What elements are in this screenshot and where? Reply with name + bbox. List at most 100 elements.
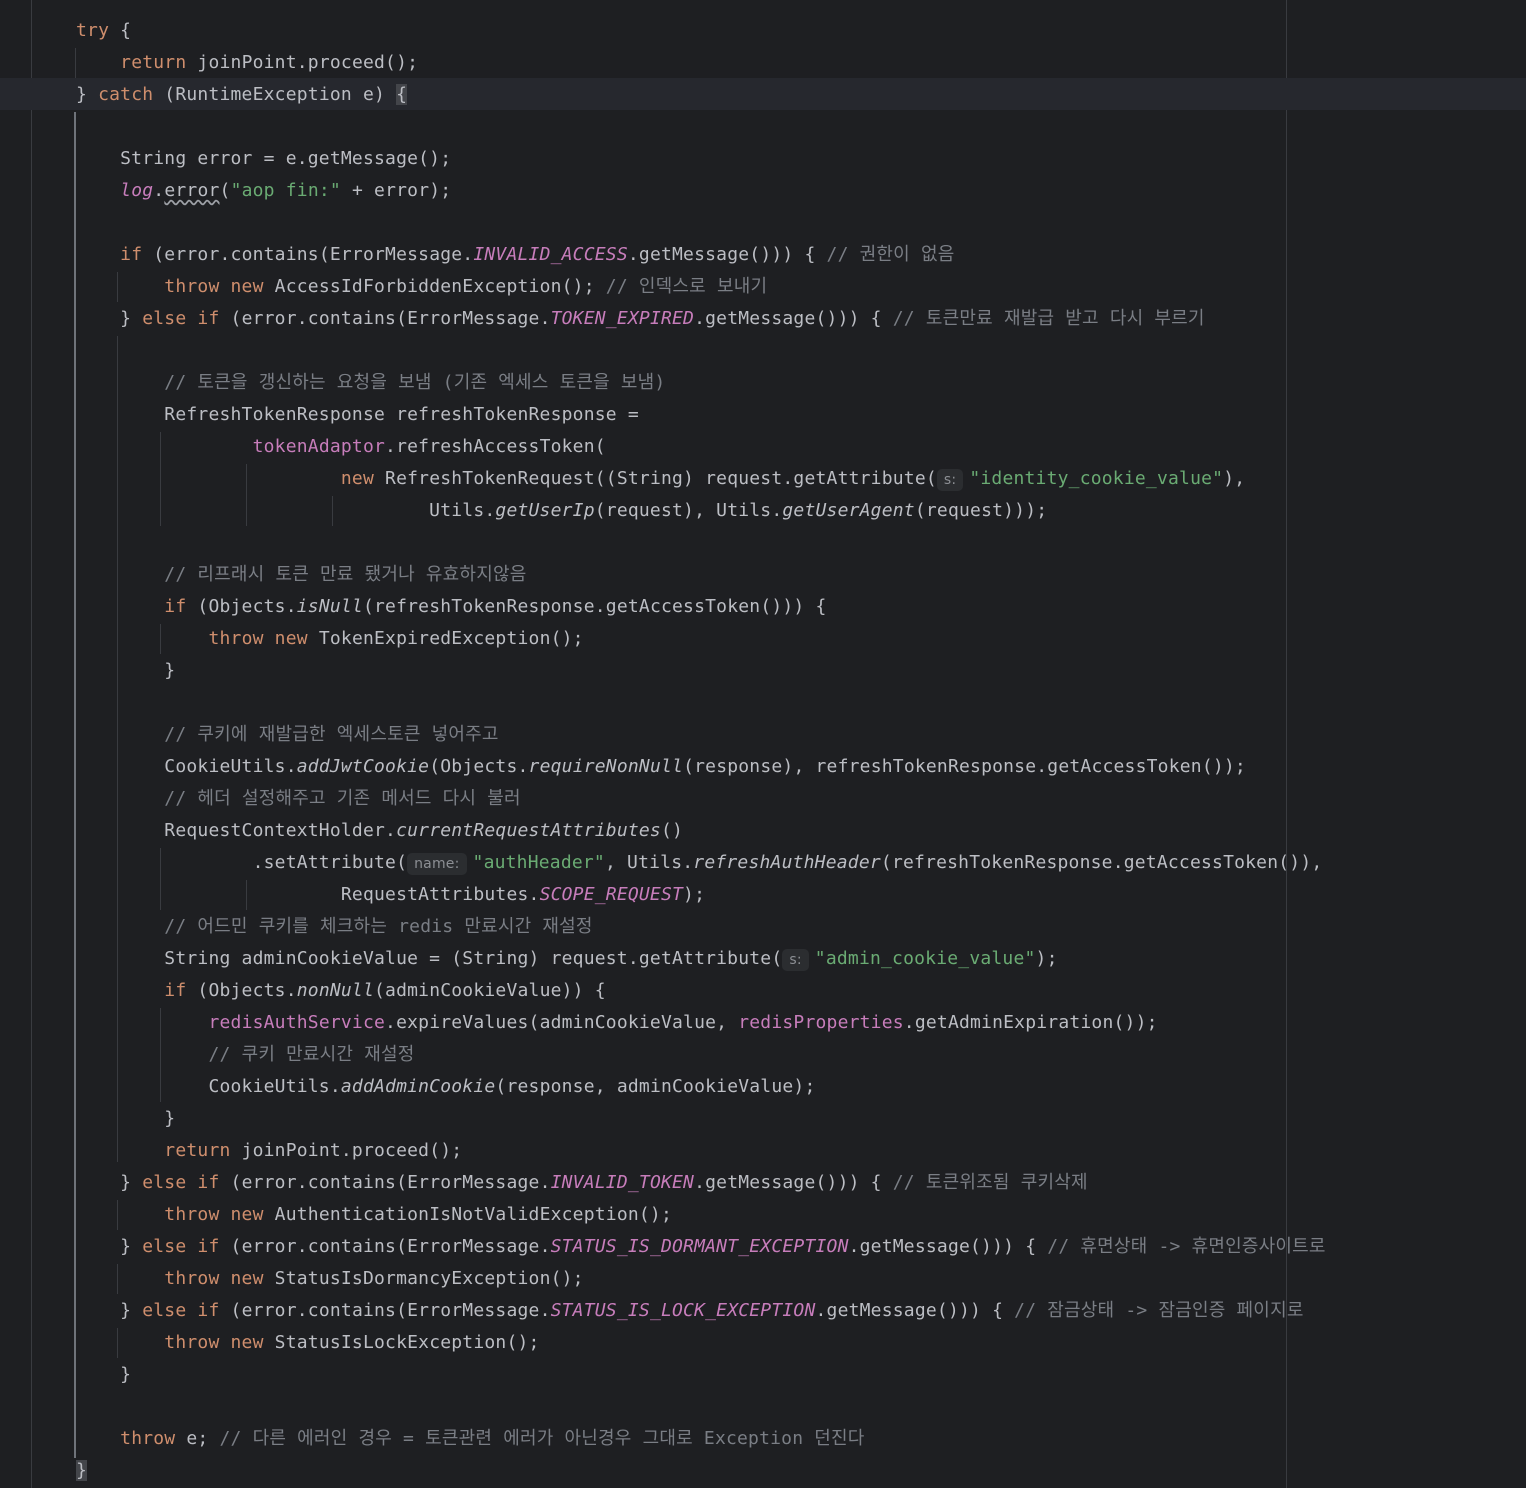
code-line[interactable]: } (76, 1359, 131, 1391)
code-line[interactable]: return joinPoint.proceed(); (76, 47, 418, 79)
code-token: // 인덱스로 보내기 (605, 276, 768, 297)
code-token: (refreshTokenResponse.getAccessToken()))… (362, 596, 827, 617)
code-line[interactable]: if (Objects.isNull(refreshTokenResponse.… (76, 591, 827, 623)
code-token: RefreshTokenResponse refreshTokenRespons… (76, 404, 639, 425)
code-line[interactable]: } catch (RuntimeException e) { (76, 79, 408, 111)
code-line[interactable]: .setAttribute(name: "authHeader", Utils.r… (76, 847, 1322, 879)
code-token: AuthenticationIsNotValidException(); (263, 1204, 673, 1225)
code-token: currentRequestAttributes (396, 820, 661, 841)
code-line[interactable]: return joinPoint.proceed(); (76, 1135, 462, 1167)
code-token: // 권한이 없음 (826, 244, 955, 265)
parameter-hint: s: (782, 949, 809, 971)
code-line[interactable]: } else if (error.contains(ErrorMessage.S… (76, 1295, 1304, 1327)
code-token: "admin_cookie_value" (814, 948, 1036, 969)
code-token: else if (142, 308, 220, 329)
code-line[interactable]: throw new StatusIsLockException(); (76, 1327, 540, 1359)
code-line[interactable]: if (error.contains(ErrorMessage.INVALID_… (76, 239, 955, 271)
code-line[interactable]: } (76, 1103, 175, 1135)
code-token: .expireValues(adminCookieValue, (385, 1012, 739, 1033)
code-line[interactable]: throw new StatusIsDormancyException(); (76, 1263, 584, 1295)
code-token: ), (1223, 468, 1246, 489)
code-line[interactable]: redisAuthService.expireValues(adminCooki… (76, 1007, 1158, 1039)
code-token: } (76, 1172, 143, 1193)
code-line[interactable]: throw e; // 다른 에러인 경우 = 토큰관련 에러가 아닌경우 그대… (76, 1423, 865, 1455)
code-token: // 쿠키 만료시간 재설정 (208, 1044, 415, 1065)
code-token: StatusIsLockException(); (263, 1332, 540, 1353)
code-line[interactable]: String adminCookieValue = (String) reque… (76, 943, 1058, 975)
code-token: (Objects. (186, 596, 297, 617)
code-token: .getMessage())) { (815, 1300, 1015, 1321)
code-line[interactable]: Utils.getUserIp(request), Utils.getUserA… (76, 495, 1047, 527)
code-line[interactable]: CookieUtils.addAdminCookie(response, adm… (76, 1071, 816, 1103)
code-token: } (76, 84, 99, 105)
right-margin-guide (1286, 0, 1287, 1488)
code-token: // 다른 에러인 경우 = 토큰관련 에러가 아닌경우 그대로 Excepti… (219, 1428, 865, 1449)
code-line[interactable]: String error = e.getMessage(); (76, 143, 451, 175)
code-token: STATUS_IS_LOCK_EXCEPTION (550, 1300, 816, 1321)
code-line[interactable]: // 리프래시 토큰 만료 됐거나 유효하지않음 (76, 559, 526, 591)
code-token: } (76, 660, 176, 681)
code-token: SCOPE_REQUEST (539, 884, 684, 905)
code-line[interactable]: } else if (error.contains(ErrorMessage.T… (76, 303, 1205, 335)
code-token: throw new (164, 1332, 264, 1353)
code-token: (error.contains(ErrorMessage. (219, 1172, 551, 1193)
code-line[interactable]: log.error("aop fin:" + error); (76, 175, 451, 207)
code-token: (response), refreshTokenResponse.getAcce… (683, 756, 1246, 777)
code-token: "authHeader" (472, 852, 605, 873)
code-token: (request), Utils. (594, 500, 783, 521)
code-token: addJwtCookie (296, 756, 430, 777)
code-line[interactable]: CookieUtils.addJwtCookie(Objects.require… (76, 751, 1246, 783)
code-token: } (76, 1236, 143, 1257)
code-line[interactable]: } else if (error.contains(ErrorMessage.I… (76, 1167, 1088, 1199)
code-token: } (76, 1364, 132, 1385)
code-token: joinPoint.proceed(); (186, 52, 419, 73)
code-line[interactable]: // 어드민 쿠키를 체크하는 redis 만료시간 재설정 (76, 911, 593, 943)
code-token: tokenAdaptor (252, 436, 386, 457)
code-line[interactable]: if (Objects.nonNull(adminCookieValue)) { (76, 975, 606, 1007)
code-line[interactable]: try { (76, 15, 131, 47)
code-token: redisProperties (738, 1012, 904, 1033)
code-line[interactable]: } else if (error.contains(ErrorMessage.S… (76, 1231, 1326, 1263)
code-token: isNull (296, 596, 363, 617)
code-line[interactable]: // 토큰을 갱신하는 요청을 보냄 (기존 엑세스 토큰을 보냄) (76, 367, 665, 399)
code-token: return (120, 52, 187, 73)
code-line[interactable]: RequestAttributes.SCOPE_REQUEST); (76, 879, 705, 911)
code-token: .getMessage())) { (694, 1172, 893, 1193)
code-token: .getMessage())) { (694, 308, 893, 329)
code-token: } (76, 1460, 88, 1481)
code-line[interactable]: } (76, 655, 175, 687)
code-line[interactable]: // 헤더 설정해주고 기존 메서드 다시 불러 (76, 783, 521, 815)
code-line[interactable]: throw new TokenExpiredException(); (76, 623, 584, 655)
code-token: (error.contains(ErrorMessage. (219, 1300, 551, 1321)
code-token: // 어드민 쿠키를 체크하는 redis 만료시간 재설정 (164, 916, 593, 937)
code-line[interactable]: tokenAdaptor.refreshAccessToken( (76, 431, 606, 463)
code-line[interactable]: // 쿠키에 재발급한 엑세스토큰 넣어주고 (76, 719, 499, 751)
code-token: CookieUtils. (76, 1076, 341, 1097)
code-line[interactable]: // 쿠키 만료시간 재설정 (76, 1039, 414, 1071)
code-token: // 헤더 설정해주고 기존 메서드 다시 불러 (164, 788, 521, 809)
code-token: (Objects. (429, 756, 529, 777)
code-token: try (76, 20, 110, 41)
code-line[interactable]: } (76, 1455, 88, 1487)
code-token: { (396, 84, 408, 105)
code-line[interactable]: RefreshTokenResponse refreshTokenRespons… (76, 399, 639, 431)
code-line[interactable]: throw new AccessIdForbiddenException(); … (76, 271, 767, 303)
code-line[interactable]: throw new AuthenticationIsNotValidExcept… (76, 1199, 672, 1231)
code-line[interactable]: RequestContextHolder.currentRequestAttri… (76, 815, 683, 847)
code-line[interactable]: new RefreshTokenRequest((String) request… (76, 463, 1245, 495)
code-token: RequestContextHolder. (76, 820, 397, 841)
code-token: RefreshTokenRequest((String) request.get… (374, 468, 937, 489)
code-token: ( (219, 180, 231, 201)
code-editor[interactable]: try { return joinPoint.proceed();} catch… (0, 0, 1526, 1488)
